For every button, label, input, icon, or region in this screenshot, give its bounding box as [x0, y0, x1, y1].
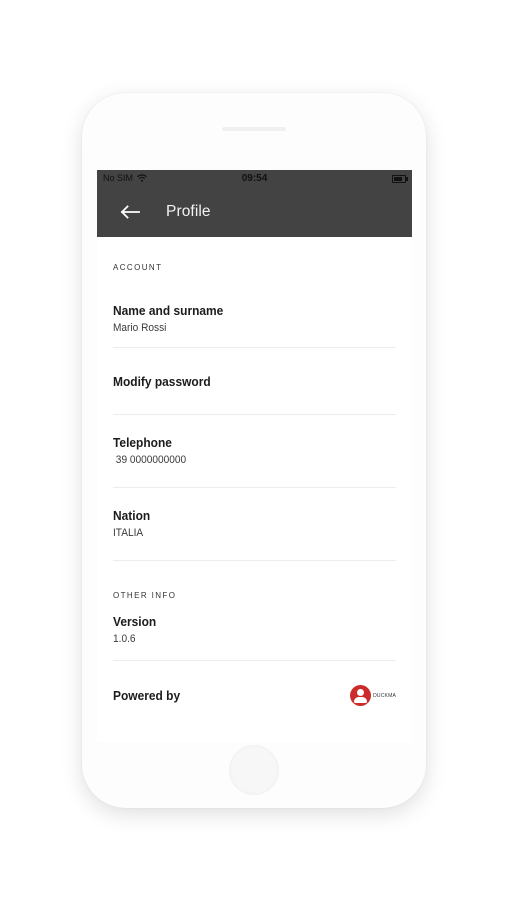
row-title: Telephone — [113, 435, 172, 450]
back-button[interactable] — [120, 200, 144, 224]
status-time: 09:54 — [241, 173, 268, 184]
row-nation[interactable]: Nation ITALIA — [113, 488, 396, 561]
row-title: Name and surname — [113, 303, 224, 318]
row-title: Powered by — [113, 688, 181, 703]
home-button[interactable] — [229, 745, 279, 795]
row-name[interactable]: Name and surname Mario Rossi — [113, 272, 396, 348]
row-value: 1.0.6 — [113, 633, 136, 645]
section-header-account: ACCOUNT — [113, 263, 163, 272]
app-screen: No SIM 09:54 Profile ACCOUNT Name and su… — [97, 170, 412, 742]
page-title: Profile — [166, 203, 211, 220]
logo-text: DUCKMA — [373, 692, 396, 699]
user-icon — [350, 685, 372, 706]
duckma-logo[interactable]: DUCKMA — [350, 685, 396, 706]
row-powered-by: Powered by DUCKMA — [113, 661, 396, 706]
row-telephone[interactable]: Telephone 39 0000000000 — [113, 415, 396, 488]
row-value: 39 0000000000 — [113, 454, 187, 466]
status-bar: No SIM 09:54 — [97, 170, 412, 187]
arrow-left-icon — [120, 205, 140, 219]
battery-icon — [392, 175, 408, 183]
profile-content: ACCOUNT Name and surname Mario Rossi Mod… — [97, 263, 412, 706]
phone-speaker — [222, 127, 286, 131]
row-value: Mario Rossi — [113, 322, 167, 334]
app-bar: Profile — [97, 187, 412, 237]
row-modify-password[interactable]: Modify password — [113, 348, 396, 415]
row-version: Version 1.0.6 — [113, 600, 396, 661]
row-title: Nation — [113, 508, 151, 523]
row-value: ITALIA — [113, 527, 144, 539]
section-header-other-info: OTHER INFO — [113, 591, 177, 600]
row-title: Version — [113, 614, 157, 629]
row-title: Modify password — [113, 374, 211, 389]
